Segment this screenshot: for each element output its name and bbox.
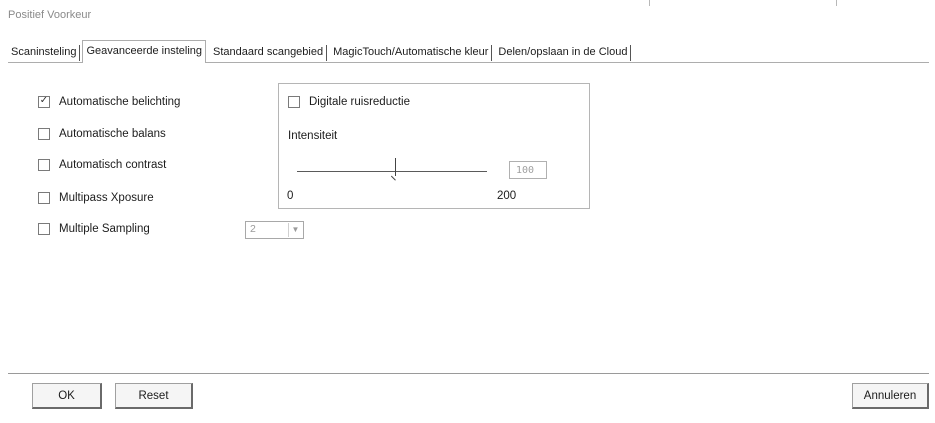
option-automatisch-contrast[interactable]: Automatisch contrast — [38, 157, 166, 173]
window-title: Positief Voorkeur — [8, 9, 92, 21]
title-divider — [649, 0, 650, 6]
chevron-down-icon[interactable]: ▼ — [288, 223, 302, 237]
checkbox[interactable] — [288, 96, 300, 108]
tab-magictouch[interactable]: MagicTouch/Automatische kleur — [330, 43, 493, 62]
checkbox[interactable]: ✓ — [38, 96, 50, 108]
tab-standaard-scangebied[interactable]: Standaard scangebied — [210, 43, 328, 62]
option-automatische-belichting[interactable]: ✓ Automatische belichting — [38, 94, 180, 110]
option-label: Digitale ruisreductie — [309, 96, 410, 108]
option-label: Automatisch contrast — [59, 159, 167, 171]
option-multiple-sampling[interactable]: Multiple Sampling — [38, 221, 150, 237]
tab-scaninsteling[interactable]: Scaninsteling — [8, 43, 81, 62]
intensity-label: Intensiteit — [288, 130, 338, 142]
tab-delen-opslaan[interactable]: Delen/opslaan in de Cloud — [495, 43, 632, 62]
ok-button[interactable]: OK — [32, 383, 102, 409]
intensity-slider-track[interactable] — [297, 171, 487, 172]
title-divider — [836, 0, 837, 6]
noise-reduction-group: Digitale ruisreductie Intensiteit 100 0 … — [278, 83, 590, 209]
title-bar: Positief Voorkeur — [0, 0, 935, 28]
option-automatische-balans[interactable]: Automatische balans — [38, 126, 166, 142]
checkbox[interactable] — [38, 192, 50, 204]
slider-thumb-tip — [390, 171, 401, 181]
reset-button[interactable]: Reset — [115, 383, 193, 409]
intensity-slider-thumb[interactable] — [390, 158, 401, 181]
intensity-value-field[interactable]: 100 — [509, 161, 547, 179]
option-label: Automatische balans — [59, 128, 166, 140]
checkbox[interactable] — [38, 159, 50, 171]
option-label: Multiple Sampling — [59, 223, 150, 235]
dialog-window: Positief Voorkeur Scaninsteling Geavance… — [0, 0, 935, 423]
tab-geavanceerde-insteling[interactable]: Geavanceerde insteling — [82, 40, 207, 63]
slider-max-label: 200 — [497, 190, 517, 202]
checkmark-icon: ✓ — [39, 95, 49, 106]
checkbox[interactable] — [38, 223, 50, 235]
slider-min-label: 0 — [287, 190, 294, 202]
cancel-button[interactable]: Annuleren — [852, 383, 929, 409]
select-value: 2 — [250, 223, 256, 235]
checkbox[interactable] — [38, 128, 50, 140]
tab-strip: Scaninsteling Geavanceerde insteling Sta… — [8, 38, 632, 63]
option-digitale-ruisreductie[interactable]: Digitale ruisreductie — [288, 94, 410, 110]
option-multipass-xposure[interactable]: Multipass Xposure — [38, 190, 154, 206]
option-label: Multipass Xposure — [59, 192, 154, 204]
option-label: Automatische belichting — [59, 96, 181, 108]
multiple-sampling-select[interactable]: 2 ▼ — [245, 221, 304, 239]
